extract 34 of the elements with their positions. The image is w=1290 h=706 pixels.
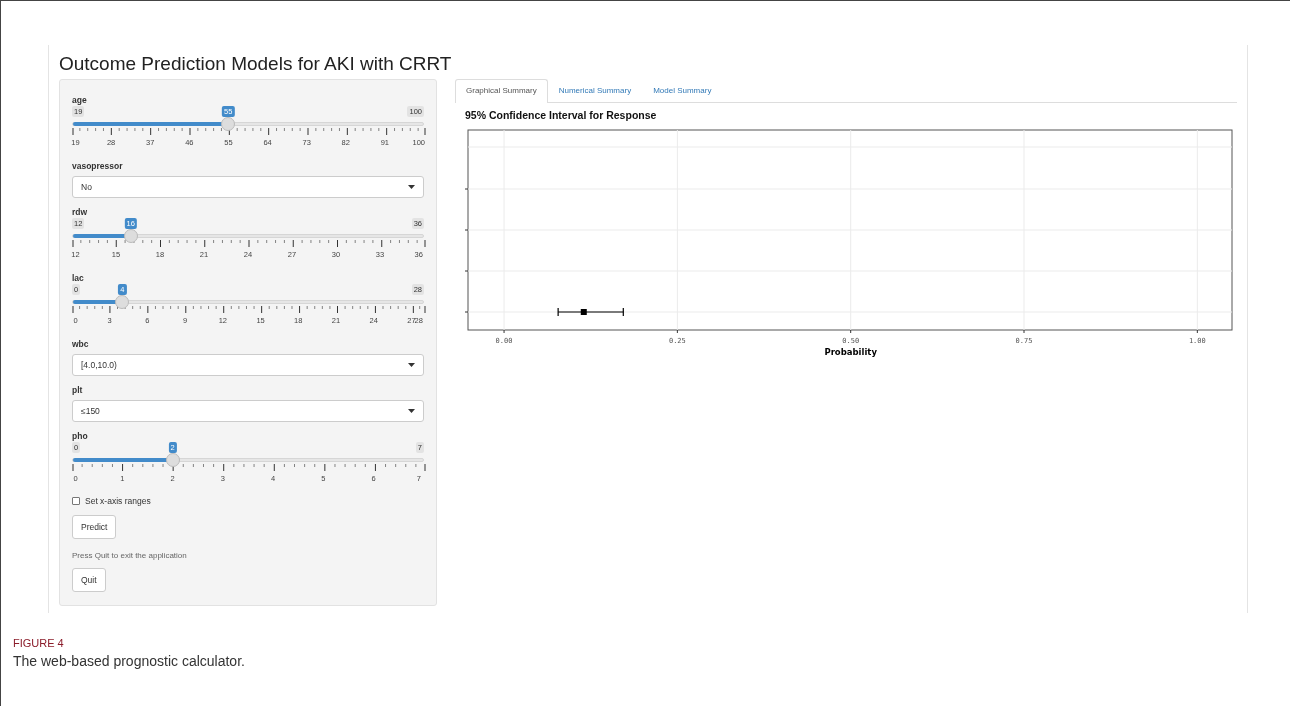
dropdown[interactable]: [4.0,10.0) bbox=[72, 354, 424, 376]
x-axis-title: Probability bbox=[824, 347, 877, 357]
tab[interactable]: Graphical Summary bbox=[455, 79, 548, 103]
slider-thumb[interactable] bbox=[123, 229, 138, 243]
caret-icon bbox=[408, 185, 415, 189]
quit-button[interactable]: Quit bbox=[72, 568, 106, 592]
slider-thumb[interactable] bbox=[115, 295, 130, 309]
tab[interactable]: Numerical Summary bbox=[547, 79, 643, 102]
quit-note: Press Quit to exit the application bbox=[72, 551, 188, 561]
chart-title: 95% Confidence Interval for Response bbox=[465, 109, 658, 123]
checkbox-label[interactable]: Set x-axis ranges bbox=[85, 496, 151, 506]
figure-label: FIGURE 4 bbox=[13, 637, 65, 649]
tab[interactable]: Model Summary bbox=[642, 79, 723, 102]
input-label: age bbox=[72, 94, 88, 106]
slider-thumb[interactable] bbox=[221, 117, 236, 131]
caret-icon bbox=[408, 363, 415, 367]
checkbox[interactable] bbox=[72, 497, 80, 505]
slider-track[interactable] bbox=[72, 458, 424, 462]
app-title: Outcome Prediction Models for AKI with CRRT bbox=[59, 52, 453, 76]
error-bar bbox=[557, 307, 624, 317]
slider-track[interactable] bbox=[72, 122, 424, 126]
input-label: pho bbox=[72, 430, 89, 442]
dropdown[interactable]: ≤150 bbox=[72, 400, 424, 422]
slider-thumb[interactable] bbox=[165, 453, 180, 467]
input-label: plt bbox=[72, 384, 84, 396]
dropdown[interactable]: No bbox=[72, 176, 424, 198]
estimate-point bbox=[580, 309, 587, 315]
input-label: lac bbox=[72, 272, 85, 284]
input-label: vasopressor bbox=[72, 160, 124, 172]
figure-caption: The web-based prognostic calculator. bbox=[13, 653, 245, 669]
input-label: rdw bbox=[72, 206, 89, 218]
predict-button[interactable]: Predict bbox=[72, 515, 117, 539]
caret-icon bbox=[408, 409, 415, 413]
input-label: wbc bbox=[72, 338, 90, 350]
